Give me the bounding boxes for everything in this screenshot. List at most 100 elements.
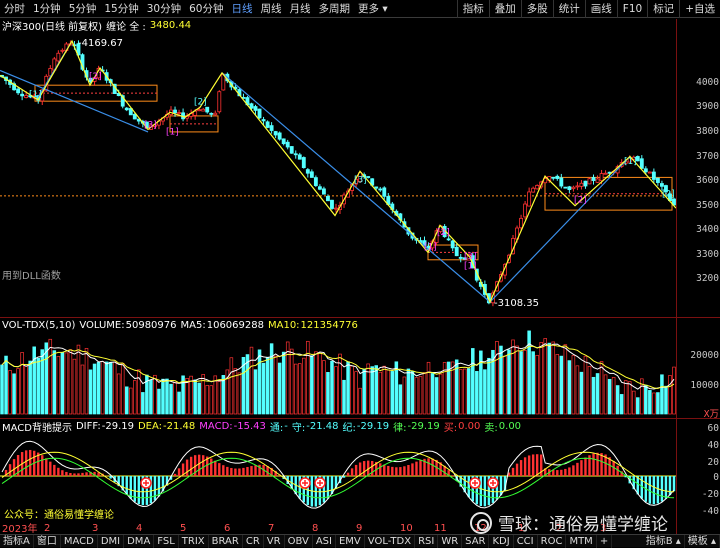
dea-value: -21.48 [163,420,196,432]
volume-bar [503,355,507,415]
indicator-tab[interactable]: SAR [462,534,490,548]
volume-bar [350,365,354,415]
main-chart-panel: [1] [2] [3] [1] [2] [3] [1] [2] [3] [1] [2] [1] [2] -… [0,19,676,317]
period-tab[interactable]: 多周期 [315,0,355,18]
toolbar-button[interactable]: 叠加 [488,0,521,18]
volume-bar [36,357,40,415]
indicator-tab[interactable]: ASI [313,534,336,548]
candle [56,52,61,62]
volume-bar [96,362,101,415]
indicator-tab[interactable]: RSI [415,534,439,548]
period-tab[interactable]: 周线 [257,0,286,18]
period-tab[interactable]: 月线 [286,0,315,18]
indicator-tab[interactable]: EMV [336,534,365,548]
period-tab[interactable]: 15分钟 [100,0,142,18]
period-tab[interactable]: 日线 [228,0,257,18]
indicator-tab[interactable]: DMI [98,534,125,548]
volume-bar [406,368,411,415]
period-tab[interactable]: 5分钟 [65,0,101,18]
buy-label: 买: [443,422,458,434]
period-tab[interactable]: 30分钟 [143,0,185,18]
indicator-tab[interactable]: DMA [124,534,155,548]
indicator-tab[interactable]: CCI [514,534,538,548]
volume-bar [16,368,20,415]
indicator-tab[interactable]: OBV [285,534,313,548]
volume-chart[interactable] [0,318,676,418]
volume-bar [623,380,628,415]
indicator-tab[interactable]: + [597,534,613,548]
stroke-label: [1] [29,90,42,100]
indicator-tab[interactable]: CR [243,534,264,548]
candle [591,177,596,181]
candle [639,158,644,169]
candle [555,175,560,179]
volume-bar [24,365,28,415]
volume-bar [358,387,362,415]
indicator-tab[interactable]: WR [438,534,463,548]
toolbar-button[interactable]: 画线 [584,0,617,18]
volume-bar [257,349,262,415]
volume-bar [483,369,487,415]
indicator-tab[interactable]: 指标A [0,534,34,548]
toolbar-button[interactable]: 统计 [552,0,585,18]
candle [173,109,177,114]
candle [217,91,222,113]
indicator-tab[interactable]: ROC [538,534,567,548]
period-tab[interactable]: 更多 ▾ [354,0,392,18]
indicator-tab-right[interactable]: 指标B ▴ [643,535,685,548]
volume-bar [265,356,270,415]
volume-bar [84,348,89,415]
indicator-tab[interactable]: BRAR [209,534,243,548]
period-tab[interactable]: 60分钟 [185,0,227,18]
volume-bar [575,365,580,415]
price-tick: 3800 [696,125,719,137]
candle [587,178,592,185]
volume-bar [507,349,511,415]
toolbar-button[interactable]: 多股 [520,0,553,18]
volume-tick: 20000 [690,350,719,361]
volume-bar [652,392,656,415]
candle [334,207,338,210]
volume-bar [8,370,12,415]
volume-value: 50980976 [125,319,177,331]
period-tab[interactable]: 分时 [0,0,29,18]
candle [213,112,218,116]
indicator-tab[interactable]: TRIX [179,534,209,548]
candle [293,153,298,156]
indicator-tab[interactable]: VR [264,534,285,548]
period-tab[interactable]: 1分钟 [29,0,65,18]
indicator-tab[interactable]: MTM [566,534,597,548]
candle [24,94,29,98]
volume-bar [511,339,515,415]
candlestick-chart[interactable]: [1][2][3][1][2][3][1][2][3][1][2][1][2]-… [0,19,676,317]
price-tick: 3500 [696,199,719,211]
candle [567,186,572,190]
indicator-tab-right[interactable]: 模板 ▴ [685,535,720,548]
volume-bar [108,361,113,415]
toolbar-button[interactable]: 标记 [647,0,679,18]
volume-bar [648,390,652,415]
indicator-tab[interactable]: VOL-TDX [365,534,416,548]
candle [257,108,262,119]
volume-bar [120,362,125,415]
indicator-tab[interactable]: FSL [154,534,179,548]
indicator-tab[interactable]: KDJ [489,534,514,548]
toolbar-button[interactable]: +自选 [679,0,720,18]
chart-title: 沪深300(日线 前复权) [2,21,103,33]
main-price-axis: 4000 3900 3800 3700 3600 3500 3400 3300 3200 [676,19,720,317]
toolbar-button[interactable]: F10 [616,0,647,18]
indicator-tab[interactable]: 窗口 [34,534,61,548]
volume-bar [40,349,45,415]
volume-bar [543,338,547,415]
volume-bar [631,390,636,415]
volume-bar [418,376,423,415]
candle [655,177,660,183]
indicator-tab[interactable]: MACD [61,534,98,548]
volume-bar [430,373,435,415]
candle [374,186,379,189]
volume-bar [302,357,306,415]
volume-bar [261,362,266,415]
volume-bar [269,343,274,415]
toolbar-button[interactable]: 指标 [456,0,489,18]
month-label: 11 [434,523,447,534]
